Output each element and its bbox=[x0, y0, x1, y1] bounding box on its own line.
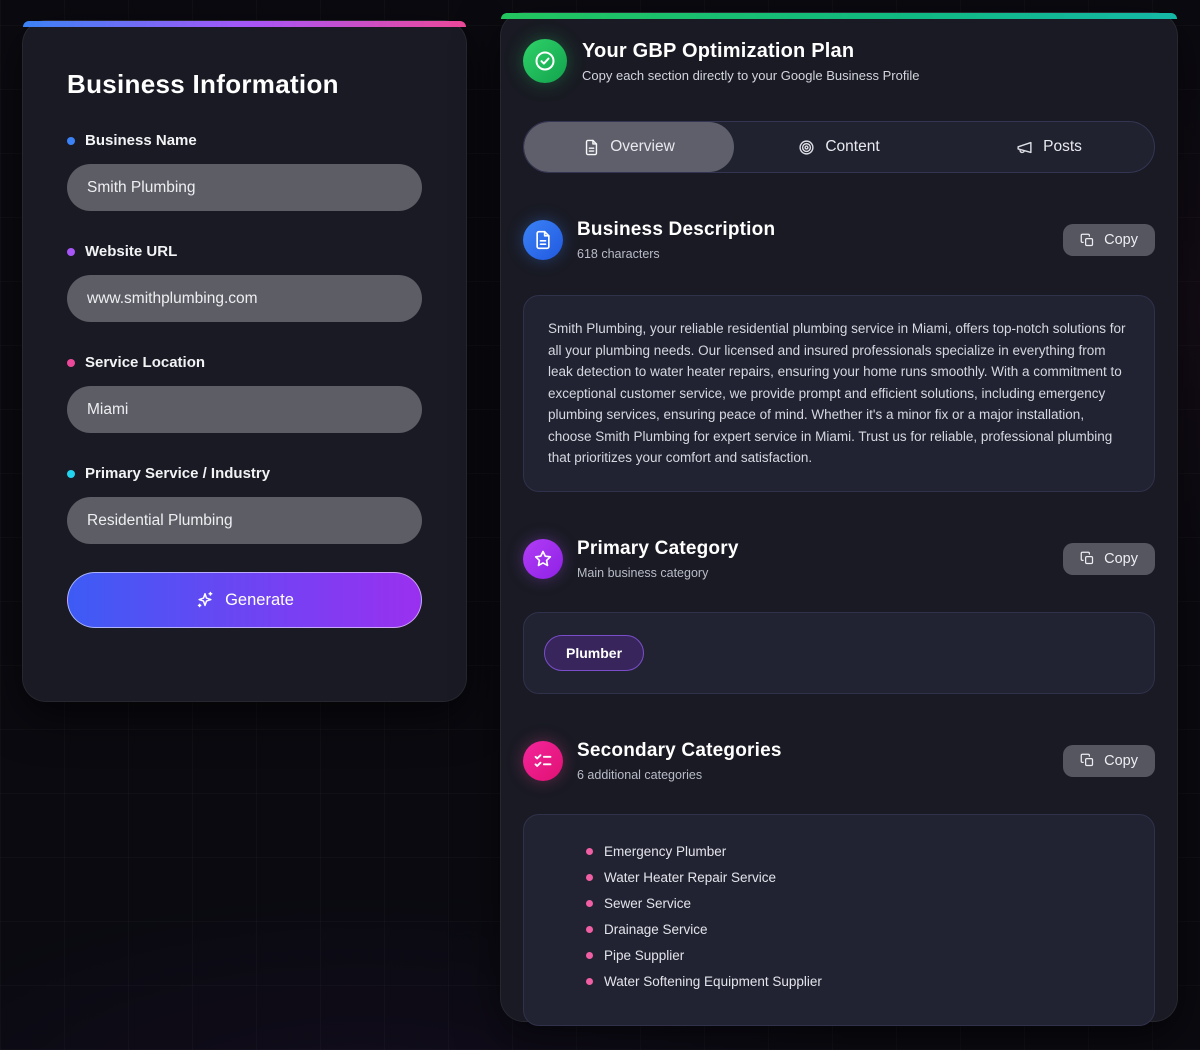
right-panel-gradient-bar bbox=[501, 13, 1177, 19]
check-circle-icon bbox=[523, 39, 567, 83]
copy-icon bbox=[1080, 551, 1095, 566]
tab-content[interactable]: Content bbox=[734, 122, 944, 172]
file-text-icon bbox=[583, 139, 600, 156]
left-panel-gradient-bar bbox=[23, 21, 466, 27]
copy-secondary-categories-button[interactable]: Copy bbox=[1063, 745, 1155, 777]
pink-bullet-icon bbox=[586, 848, 593, 855]
description-meta: 618 characters bbox=[577, 247, 775, 261]
field-business-name: Business Name bbox=[67, 132, 422, 211]
primary-service-input[interactable] bbox=[67, 497, 422, 544]
checklist-icon bbox=[523, 741, 563, 781]
list-item: Water Softening Equipment Supplier bbox=[586, 969, 1130, 995]
list-item: Emergency Plumber bbox=[586, 839, 1130, 865]
megaphone-icon bbox=[1016, 139, 1033, 156]
business-info-title: Business Information bbox=[67, 69, 422, 100]
target-icon bbox=[798, 139, 815, 156]
pink-dot-icon bbox=[67, 359, 75, 367]
website-url-label: Website URL bbox=[67, 243, 422, 260]
plan-tabbar: Overview Content Posts bbox=[523, 121, 1155, 173]
copy-icon bbox=[1080, 753, 1095, 768]
tab-posts[interactable]: Posts bbox=[944, 122, 1154, 172]
star-icon bbox=[523, 539, 563, 579]
list-item: Water Heater Repair Service bbox=[586, 865, 1130, 891]
plan-header: Your GBP Optimization Plan Copy each sec… bbox=[523, 39, 1155, 83]
primary-category-section-header: Primary Category Main business category … bbox=[523, 538, 1155, 580]
list-item: Sewer Service bbox=[586, 891, 1130, 917]
sparkles-icon bbox=[195, 590, 215, 610]
primary-category-box: Plumber bbox=[523, 612, 1155, 694]
field-website-url: Website URL bbox=[67, 243, 422, 322]
pink-bullet-icon bbox=[586, 952, 593, 959]
plan-subtitle: Copy each section directly to your Googl… bbox=[582, 68, 919, 83]
secondary-categories-box: Emergency Plumber Water Heater Repair Se… bbox=[523, 814, 1155, 1026]
primary-category-badge: Plumber bbox=[544, 635, 644, 671]
copy-description-button[interactable]: Copy bbox=[1063, 224, 1155, 256]
service-location-label: Service Location bbox=[67, 354, 422, 371]
cyan-dot-icon bbox=[67, 470, 75, 478]
business-name-input[interactable] bbox=[67, 164, 422, 211]
pink-bullet-icon bbox=[586, 900, 593, 907]
gbp-plan-panel: Your GBP Optimization Plan Copy each sec… bbox=[500, 12, 1178, 1022]
list-item: Drainage Service bbox=[586, 917, 1130, 943]
list-item: Pipe Supplier bbox=[586, 943, 1130, 969]
pink-bullet-icon bbox=[586, 978, 593, 985]
field-primary-service: Primary Service / Industry bbox=[67, 465, 422, 544]
secondary-categories-title: Secondary Categories bbox=[577, 740, 782, 762]
file-text-icon bbox=[523, 220, 563, 260]
description-title: Business Description bbox=[577, 219, 775, 241]
pink-bullet-icon bbox=[586, 926, 593, 933]
business-info-panel: Business Information Business Name Websi… bbox=[22, 20, 467, 702]
pink-bullet-icon bbox=[586, 874, 593, 881]
tab-overview[interactable]: Overview bbox=[524, 122, 734, 172]
blue-dot-icon bbox=[67, 137, 75, 145]
primary-service-label: Primary Service / Industry bbox=[67, 465, 422, 482]
secondary-categories-section-header: Secondary Categories 6 additional catego… bbox=[523, 740, 1155, 782]
primary-category-meta: Main business category bbox=[577, 566, 739, 580]
plan-title: Your GBP Optimization Plan bbox=[582, 40, 919, 63]
description-body: Smith Plumbing, your reliable residentia… bbox=[548, 321, 1126, 465]
business-name-label: Business Name bbox=[67, 132, 422, 149]
generate-button[interactable]: Generate bbox=[67, 572, 422, 628]
secondary-categories-meta: 6 additional categories bbox=[577, 768, 782, 782]
purple-dot-icon bbox=[67, 248, 75, 256]
description-text-box: Smith Plumbing, your reliable residentia… bbox=[523, 295, 1155, 492]
service-location-input[interactable] bbox=[67, 386, 422, 433]
description-section-header: Business Description 618 characters Copy bbox=[523, 219, 1155, 261]
website-url-input[interactable] bbox=[67, 275, 422, 322]
field-service-location: Service Location bbox=[67, 354, 422, 433]
copy-primary-category-button[interactable]: Copy bbox=[1063, 543, 1155, 575]
copy-icon bbox=[1080, 233, 1095, 248]
primary-category-title: Primary Category bbox=[577, 538, 739, 560]
